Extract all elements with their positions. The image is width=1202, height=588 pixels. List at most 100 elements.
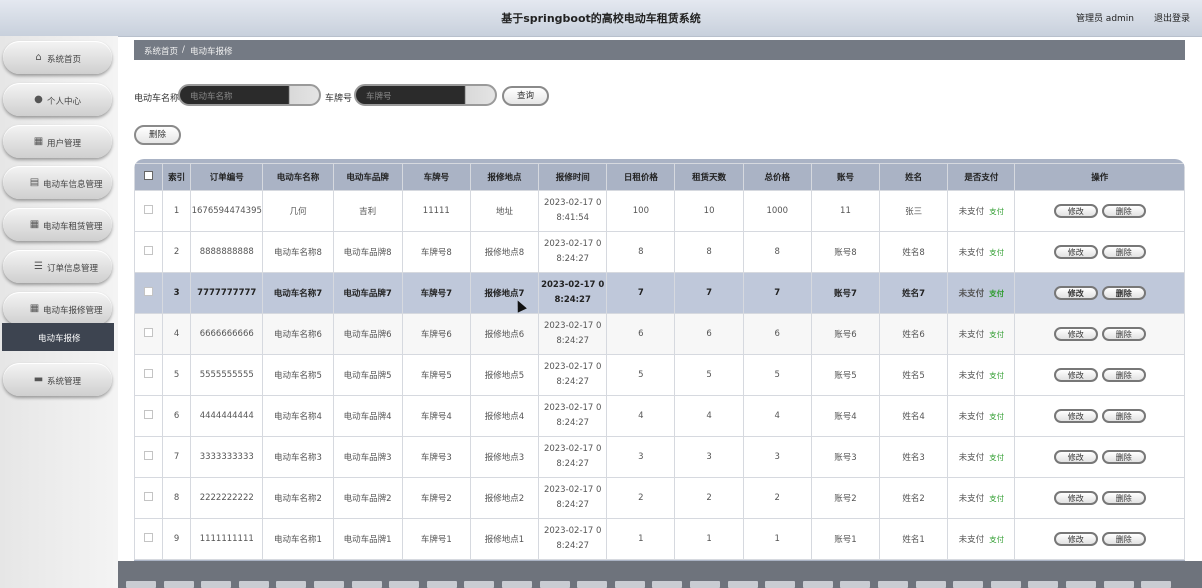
edit-button[interactable]: 修改 <box>1053 286 1098 300</box>
pay-link[interactable]: 支付 <box>989 207 1004 216</box>
sidebar-item-label: 订单信息管理 <box>47 264 99 274</box>
delete-button[interactable]: 删除 <box>1101 491 1146 505</box>
cell-person: 张三 <box>879 190 949 232</box>
row-select-cell[interactable] <box>134 436 164 478</box>
query-button[interactable]: 查询 <box>502 86 549 106</box>
pay-link[interactable]: 支付 <box>989 248 1004 257</box>
row-checkbox[interactable] <box>144 369 154 378</box>
pagination-block <box>840 581 871 588</box>
cell-name: 电动车名称8 <box>262 231 334 273</box>
table-row[interactable]: 9 1111111111 电动车名称1 电动车品牌1 车牌号1 报修地点1 2023-02-… <box>134 518 1185 560</box>
row-select-cell[interactable] <box>134 231 164 273</box>
cell-days: 3 <box>674 436 744 478</box>
edit-button[interactable]: 修改 <box>1053 327 1098 341</box>
row-checkbox[interactable] <box>144 246 154 255</box>
ebike-name-input[interactable]: 电动车名称 <box>178 84 321 106</box>
cell-brand: 电动车品牌5 <box>332 354 403 396</box>
time-date: 2023-02-17 0 <box>543 526 602 536</box>
edit-button[interactable]: 修改 <box>1053 450 1098 464</box>
table-row[interactable]: 1 1676594474395 几何 吉利 11111 地址 2023-02-17 0 8:4… <box>134 190 1185 232</box>
sidebar-item-label: 系统管理 <box>47 377 82 387</box>
cell-person: 姓名5 <box>879 354 949 396</box>
select-all-checkbox[interactable] <box>144 171 154 180</box>
pay-link[interactable]: 支付 <box>989 494 1004 503</box>
sidebar-item-rental[interactable]: ▦ 电动车租赁管理 <box>3 208 112 241</box>
delete-button[interactable]: 删除 <box>1101 204 1146 218</box>
delete-button[interactable]: 删除 <box>1101 327 1146 341</box>
plate-input[interactable]: 车牌号 <box>354 84 497 106</box>
row-select-cell[interactable] <box>134 190 164 232</box>
cell-brand: 电动车品牌3 <box>332 436 403 478</box>
cell-time: 2023-02-17 0 8:24:27 <box>538 272 608 314</box>
edit-button[interactable]: 修改 <box>1053 245 1098 259</box>
sidebar-item-orders[interactable]: ☰ 订单信息管理 <box>3 250 112 283</box>
delete-button[interactable]: 删除 <box>1101 286 1146 300</box>
row-checkbox[interactable] <box>144 328 154 337</box>
row-select-cell[interactable] <box>134 354 164 396</box>
cell-time: 2023-02-17 0 8:41:54 <box>538 190 608 232</box>
sidebar-item-users[interactable]: ▦ 用户管理 <box>3 125 112 158</box>
col-header: 索引 <box>162 163 192 191</box>
row-checkbox[interactable] <box>144 533 154 542</box>
table-row[interactable]: 4 6666666666 电动车名称6 电动车品牌6 车牌号6 报修地点6 2023-02-… <box>134 313 1185 355</box>
sidebar-item-label: 系统首页 <box>47 55 82 65</box>
sidebar-item-label: 电动车信息管理 <box>43 180 103 190</box>
sidebar-item-ebike-info[interactable]: ▤ 电动车信息管理 <box>3 166 112 199</box>
row-checkbox[interactable] <box>144 205 154 214</box>
logout-link[interactable]: 退出登录 <box>1154 11 1190 24</box>
pagination-block <box>878 581 908 588</box>
table-row[interactable]: 7 3333333333 电动车名称3 电动车品牌3 车牌号3 报修地点3 2023-02-… <box>134 436 1185 478</box>
cell-paid: 未支付 支付 <box>947 231 1016 273</box>
edit-button[interactable]: 修改 <box>1053 409 1098 423</box>
col-header: 姓名 <box>879 163 949 191</box>
row-select-cell[interactable] <box>134 313 164 355</box>
batch-delete-button[interactable]: 删除 <box>134 125 181 145</box>
delete-button[interactable]: 删除 <box>1101 532 1146 546</box>
edit-button[interactable]: 修改 <box>1053 491 1098 505</box>
table-row[interactable]: 5 5555555555 电动车名称5 电动车品牌5 车牌号5 报修地点5 2023-02-… <box>134 354 1185 396</box>
row-select-cell[interactable] <box>134 395 164 437</box>
delete-button[interactable]: 删除 <box>1101 245 1146 259</box>
cell-plate: 车牌号6 <box>401 313 471 355</box>
cell-location: 地址 <box>469 190 540 232</box>
cell-actions: 修改 删除 <box>1014 477 1185 519</box>
cell-paid: 未支付 支付 <box>947 190 1016 232</box>
pay-link[interactable]: 支付 <box>989 453 1004 462</box>
info-icon: ▤ <box>29 177 40 188</box>
edit-button[interactable]: 修改 <box>1053 368 1098 382</box>
row-checkbox[interactable] <box>144 410 154 419</box>
sidebar-item-profile[interactable]: ● 个人中心 <box>3 83 112 116</box>
table-row[interactable]: 6 4444444444 电动车名称4 电动车品牌4 车牌号4 报修地点4 2023-02-… <box>134 395 1185 437</box>
pay-link[interactable]: 支付 <box>989 371 1004 380</box>
sidebar-item-system[interactable]: ▬ 系统管理 <box>3 363 112 396</box>
row-checkbox[interactable] <box>144 492 154 501</box>
pay-link[interactable]: 支付 <box>989 412 1004 421</box>
table-row[interactable]: 2 8888888888 电动车名称8 电动车品牌8 车牌号8 报修地点8 2023-02-… <box>134 231 1185 273</box>
edit-button[interactable]: 修改 <box>1053 532 1098 546</box>
row-checkbox[interactable] <box>144 287 154 296</box>
delete-button[interactable]: 删除 <box>1101 450 1146 464</box>
col-header: 总价格 <box>742 163 812 191</box>
row-select-cell[interactable] <box>134 518 164 560</box>
row-select-cell[interactable] <box>134 272 164 314</box>
cell-location: 报修地点4 <box>469 395 540 437</box>
breadcrumb-home[interactable]: 系统首页 <box>144 45 178 57</box>
time-clock: 8:24:27 <box>556 254 590 264</box>
select-all-cell[interactable] <box>134 163 164 191</box>
edit-button[interactable]: 修改 <box>1053 204 1098 218</box>
pay-link[interactable]: 支付 <box>989 535 1004 544</box>
delete-button[interactable]: 删除 <box>1101 368 1146 382</box>
row-checkbox[interactable] <box>144 451 154 460</box>
table-row[interactable]: 3 7777777777 电动车名称7 电动车品牌7 车牌号7 报修地点7 2023-02-… <box>134 272 1185 314</box>
row-select-cell[interactable] <box>134 477 164 519</box>
pay-link[interactable]: 支付 <box>989 330 1004 339</box>
pay-link[interactable]: 支付 <box>989 289 1004 298</box>
cell-name: 电动车名称7 <box>262 272 334 314</box>
cell-time: 2023-02-17 0 8:24:27 <box>538 354 608 396</box>
sidebar-item-repair[interactable]: ▦ 电动车报修管理 <box>3 292 112 325</box>
submenu-item-repair[interactable]: 电动车报修 <box>2 323 114 351</box>
table-row[interactable]: 8 2222222222 电动车名称2 电动车品牌2 车牌号2 报修地点2 2023-02-… <box>134 477 1185 519</box>
delete-button[interactable]: 删除 <box>1101 409 1146 423</box>
cell-person: 姓名4 <box>879 395 949 437</box>
sidebar-item-home[interactable]: ⌂ 系统首页 <box>3 41 112 74</box>
